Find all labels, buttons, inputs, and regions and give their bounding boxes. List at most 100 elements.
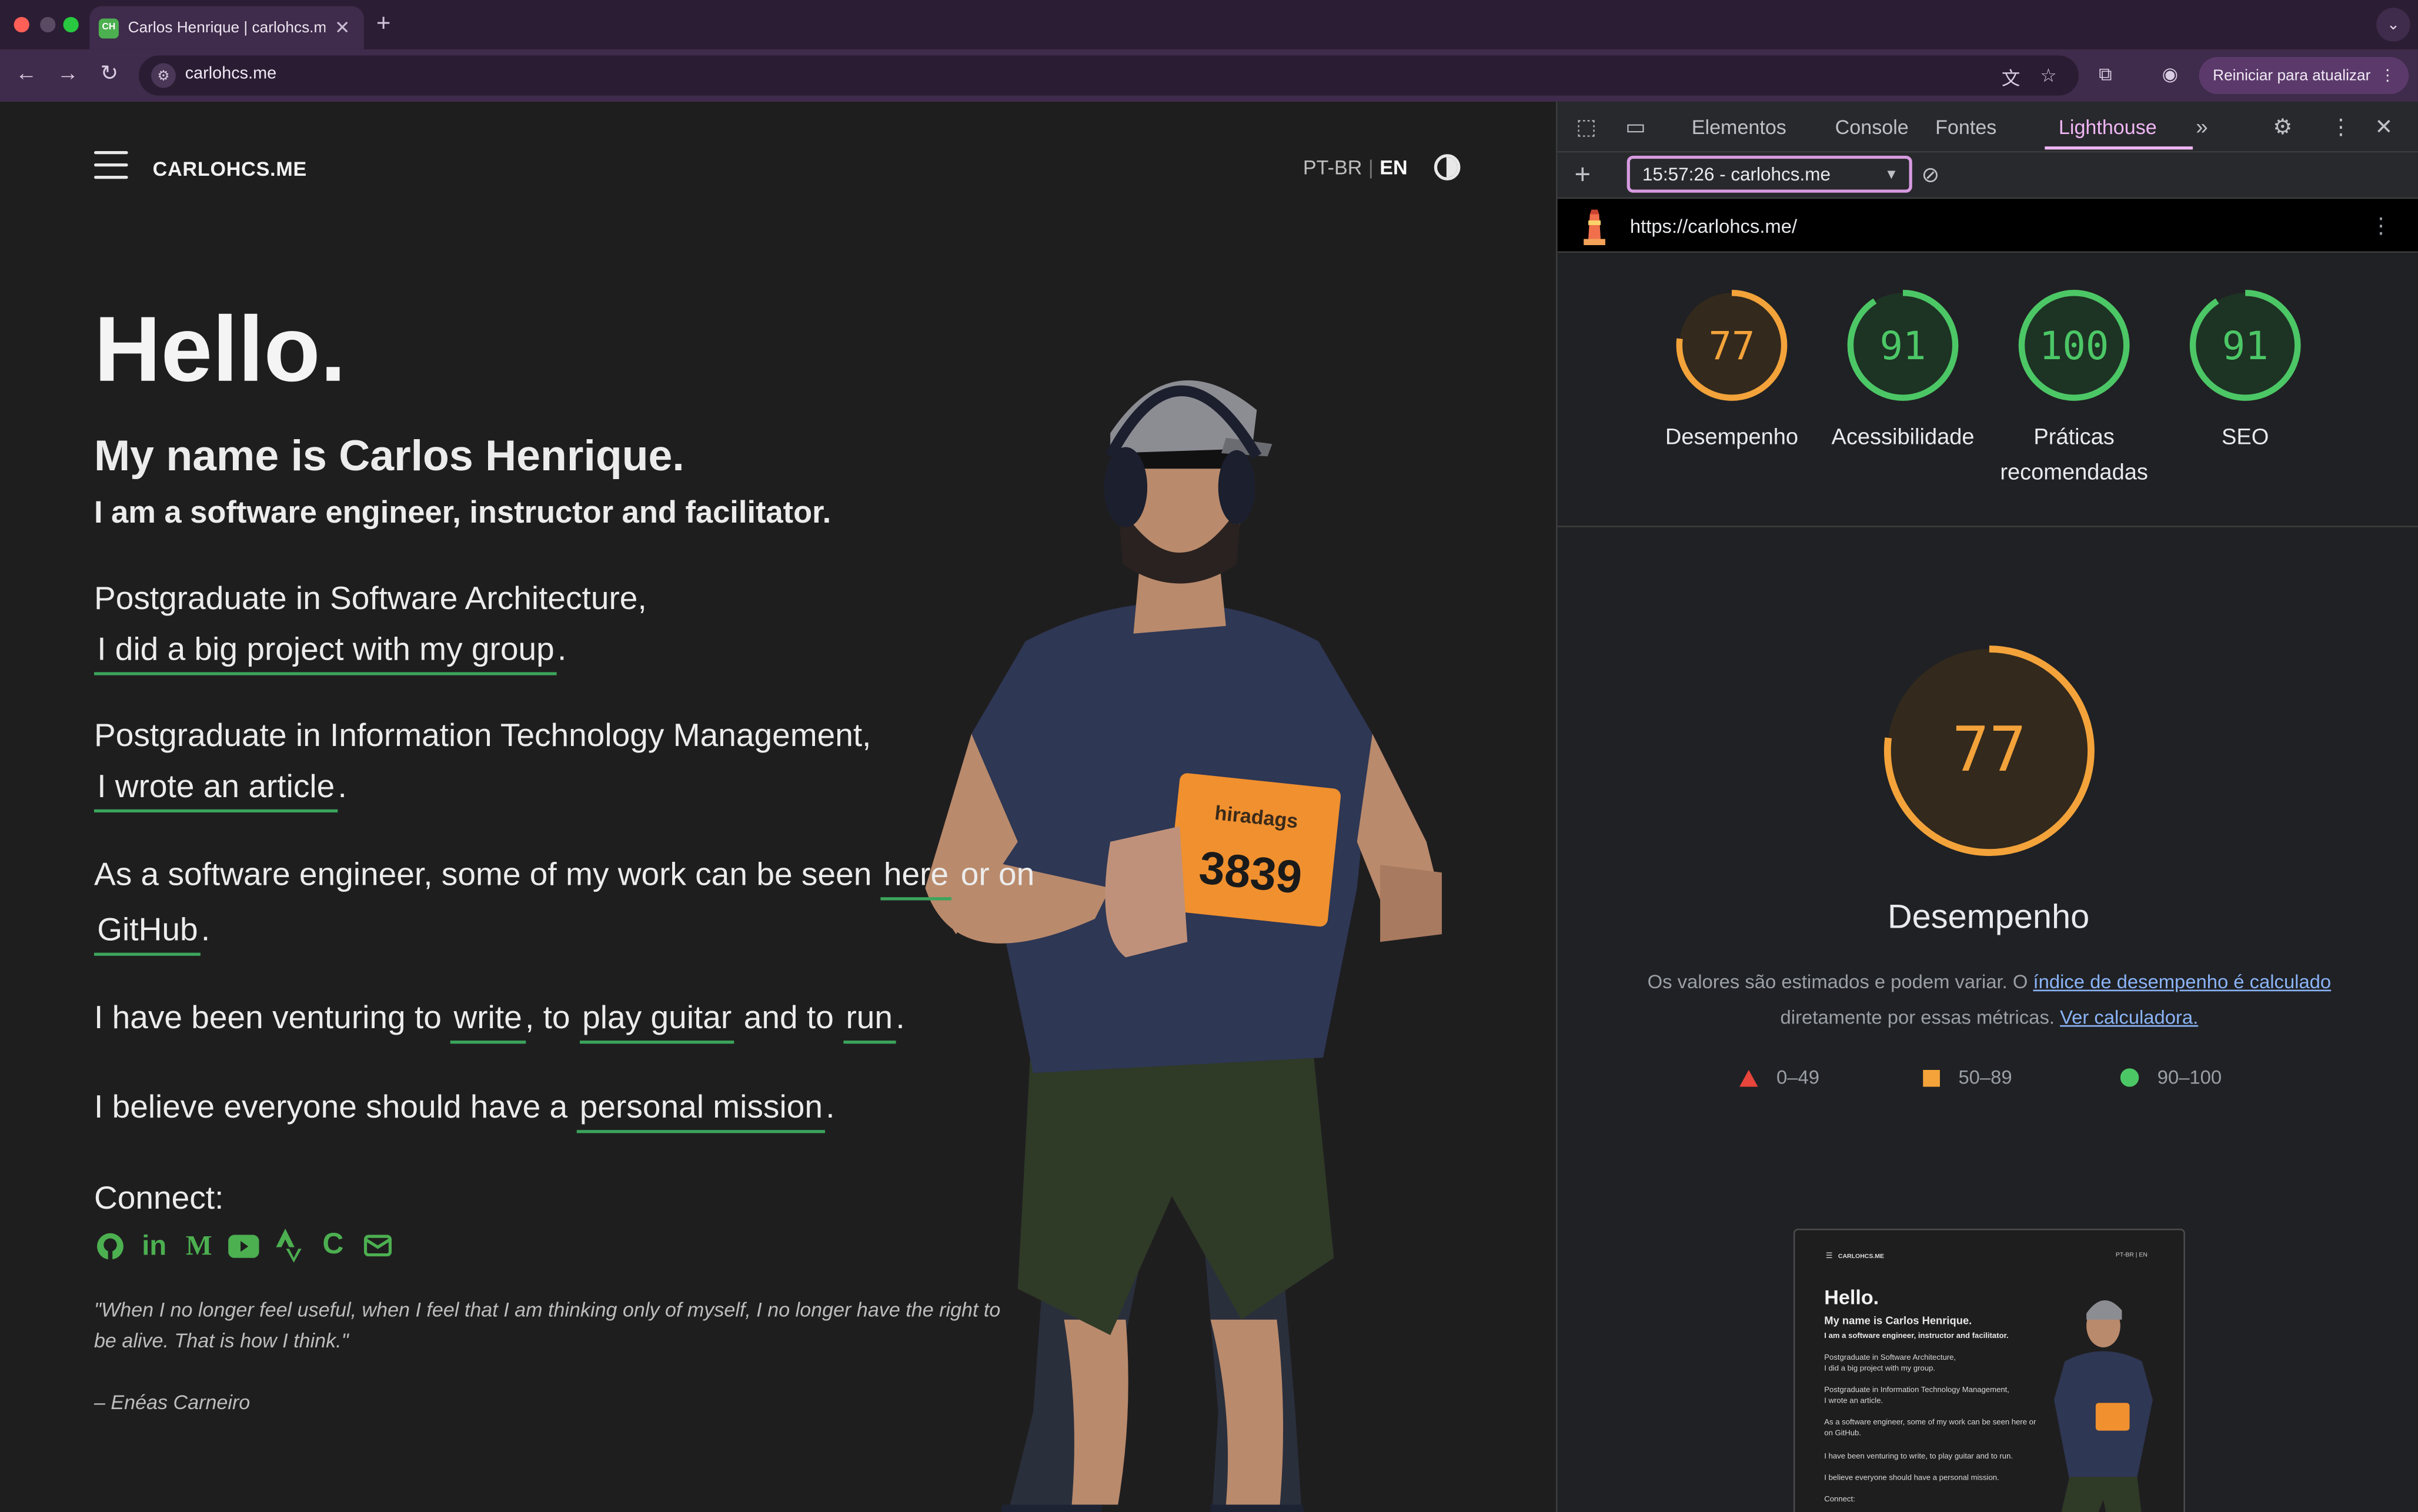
codepen-icon[interactable]: C (318, 1229, 348, 1261)
devtools-menu-icon[interactable]: ⋮ (2330, 114, 2352, 141)
menu-dots-icon: ⋮ (2380, 67, 2396, 84)
tab-sources[interactable]: Fontes (1935, 116, 1996, 139)
new-report-icon[interactable]: + (1574, 159, 1591, 191)
text: I have been venturing to (93, 1000, 442, 1036)
thumb-runner-photo (2054, 1300, 2153, 1512)
text: Os valores são estimados e podem variar.… (1647, 971, 2028, 993)
link-github[interactable]: GitHub (93, 912, 201, 956)
score-legend: 0–49 50–89 90–100 (1739, 1067, 2264, 1098)
new-tab-button[interactable]: + (376, 11, 391, 38)
back-button[interactable]: ← (15, 60, 37, 85)
link-personal-mission[interactable]: personal mission (576, 1090, 826, 1133)
inspect-element-icon[interactable]: ⬚ (1576, 114, 1597, 141)
tab-console[interactable]: Console (1835, 116, 1909, 139)
address-bar[interactable]: ⚙ carlohcs.me 文 ☆ (139, 55, 2079, 96)
text: . (896, 1000, 905, 1036)
theme-toggle-icon[interactable] (1434, 154, 1461, 180)
email-icon[interactable] (362, 1230, 393, 1261)
tab-title: Carlos Henrique | carlohcs.me (128, 19, 326, 36)
text: Postgraduate in Information Technology M… (93, 718, 871, 754)
extensions-icon[interactable]: ⧉ (2099, 63, 2112, 86)
score-gauge-value: 100 (2039, 324, 2109, 369)
score-gauge-label: SEO (2222, 425, 2269, 450)
lighthouse-toolbar: + 15:57:26 - carlohcs.me ▼ ⊘ (1557, 152, 2418, 199)
youtube-icon[interactable] (228, 1230, 259, 1261)
chevron-down-icon: ▼ (1884, 166, 1899, 182)
minimize-window-button[interactable] (40, 16, 56, 33)
report-selector-value: 15:57:26 - carlohcs.me (1642, 163, 1831, 185)
report-selector[interactable]: 15:57:26 - carlohcs.me ▼ (1627, 155, 1912, 193)
device-toolbar-icon[interactable]: ▭ (1625, 114, 1646, 141)
lang-separator: | (1368, 155, 1374, 179)
link-here[interactable]: here (880, 857, 952, 901)
strava-icon[interactable] (273, 1229, 303, 1263)
score-gauge-item[interactable]: 91 SEO (2160, 287, 2330, 456)
medium-icon[interactable]: M (183, 1229, 214, 1261)
settings-gear-icon[interactable]: ⚙ (2273, 114, 2292, 141)
thumb-line: As a software engineer, some of my work … (1824, 1418, 2036, 1428)
legend-fail: 0–49 (1739, 1067, 1819, 1088)
profile-icon[interactable]: ◉ (2162, 63, 2178, 85)
performance-title: Desempenho (1887, 897, 2090, 936)
menu-icon[interactable] (93, 150, 128, 179)
browser-tab[interactable]: CH Carlos Henrique | carlohcs.me ✕ (89, 6, 364, 49)
lang-en[interactable]: EN (1380, 156, 1407, 179)
report-url-bar: https://carlohcs.me/ ⋮ (1557, 199, 2418, 253)
link-play-guitar[interactable]: play guitar (579, 1001, 735, 1044)
report-url: https://carlohcs.me/ (1629, 216, 1798, 237)
score-gauge-item[interactable]: 77 Desempenho (1647, 287, 1816, 456)
tab-elements[interactable]: Elementos (1692, 116, 1786, 139)
score-gauge-label: Desempenho (1665, 425, 1799, 450)
paragraph-mission: I believe everyone should have a persona… (94, 1082, 1050, 1133)
performance-big-gauge: 77 (1883, 645, 2095, 857)
reload-button[interactable]: ↻ (100, 60, 118, 86)
github-icon[interactable] (94, 1230, 125, 1261)
legend-pass-label: 90–100 (2157, 1066, 2222, 1089)
lang-pt-br[interactable]: PT-BR (1303, 156, 1362, 179)
close-tab-icon[interactable]: ✕ (335, 17, 350, 39)
browser-toolbar: ← → ↻ ⚙ carlohcs.me 文 ☆ ⧉ ◉ Reiniciar pa… (0, 49, 2418, 102)
close-devtools-icon[interactable]: ✕ (2374, 114, 2393, 141)
score-gauge-label: Práticas recomendadas (2000, 425, 2148, 486)
close-window-button[interactable] (14, 16, 29, 33)
link-run[interactable]: run (843, 1001, 896, 1044)
link-big-project[interactable]: I did a big project with my group (93, 632, 557, 675)
thumb-line: Postgraduate in Information Technology M… (1824, 1386, 2009, 1396)
link-calculator[interactable]: Ver calculadora. (2060, 1006, 2198, 1028)
clear-reports-icon[interactable]: ⊘ (1922, 162, 1940, 188)
translate-icon[interactable]: 文 (2002, 65, 2020, 91)
forward-button[interactable]: → (57, 60, 79, 85)
favicon-icon: CH (98, 18, 119, 38)
zoom-window-button[interactable] (63, 16, 79, 33)
report-menu-icon[interactable]: ⋮ (2370, 213, 2392, 239)
linkedin-icon[interactable]: in (139, 1229, 169, 1261)
text: Postgraduate in Software Architecture, (93, 581, 647, 617)
text: As a software engineer, some of my work … (93, 857, 872, 893)
more-tabs-icon[interactable]: » (2196, 114, 2207, 139)
browser-tabstrip: CH Carlos Henrique | carlohcs.me ✕ + ⌄ (0, 0, 2418, 49)
hero-name: My name is Carlos Henrique. (93, 431, 684, 480)
bookmark-star-icon[interactable]: ☆ (2040, 65, 2056, 86)
score-gauge-label: Acessibilidade (1831, 425, 1975, 450)
site-info-icon[interactable]: ⚙ (151, 63, 176, 88)
score-gauges: 77 Desempenho 91 Acessibilidade 100 Práticas … (1647, 287, 2326, 503)
score-gauge-item[interactable]: 100 Práticas recomendadas (1989, 287, 2159, 492)
screen: CH Carlos Henrique | carlohcs.me ✕ + ⌄ ←… (0, 0, 2418, 1512)
thumb-line: Postgraduate in Software Architecture, (1824, 1353, 1956, 1363)
link-score-calculated[interactable]: índice de desempenho é calculado (2033, 971, 2332, 993)
site-brand[interactable]: CARLOHCS.ME (153, 157, 307, 180)
orange-square-icon (1923, 1069, 1940, 1086)
score-gauge-item[interactable]: 91 Acessibilidade (1818, 287, 1988, 456)
score-gauge-value: 91 (1880, 324, 1926, 369)
link-write[interactable]: write (450, 1001, 526, 1044)
tab-search-button[interactable]: ⌄ (2376, 8, 2410, 42)
quote-text: "When I no longer feel useful, when I fe… (93, 1298, 1001, 1352)
thumb-line: I did a big project with my group. (1824, 1364, 1936, 1374)
thumb-line: I believe everyone should have a persona… (1824, 1474, 1999, 1483)
link-article[interactable]: I wrote an article (93, 769, 338, 813)
update-button[interactable]: Reiniciar para atualizar ⋮ (2199, 57, 2409, 94)
page-screenshot-thumbnail[interactable]: CARLOHCS.ME ☰ PT-BR | EN Hello. My name … (1793, 1229, 2185, 1512)
tab-lighthouse[interactable]: Lighthouse (2059, 116, 2157, 139)
thumb-menu-icon: ☰ (1825, 1252, 1833, 1262)
website: CARLOHCS.ME PT-BR | EN hiradags 3839 Hel… (0, 102, 1557, 1512)
